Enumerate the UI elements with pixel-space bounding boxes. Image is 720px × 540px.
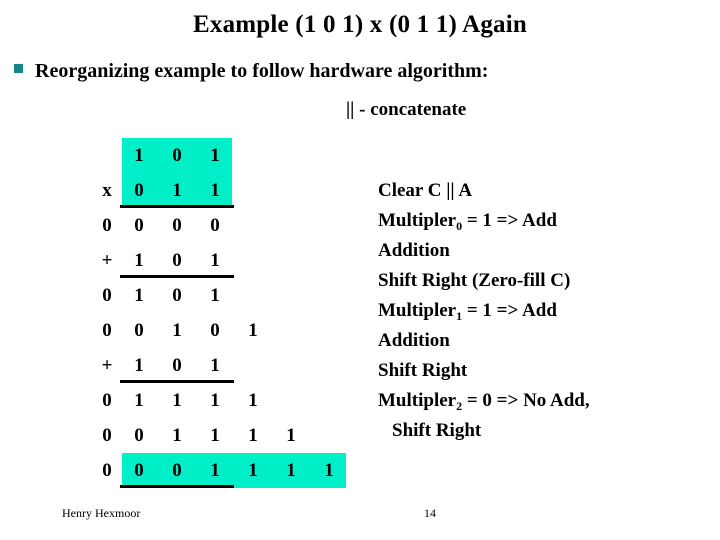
worksheet-operator: x xyxy=(102,180,112,201)
algorithm-step: Shift Right xyxy=(378,416,718,446)
worksheet-digit: 1 xyxy=(210,390,220,411)
worksheet-operator: 0 xyxy=(102,320,112,341)
worksheet-digit: 0 xyxy=(134,425,144,446)
worksheet-digit: 0 xyxy=(172,285,182,306)
algorithm-step-label: Shift Right xyxy=(392,420,482,441)
worksheet-digit: 0 xyxy=(210,215,220,236)
algorithm-step-label: Multipler xyxy=(378,300,457,321)
worksheet-operator: 0 xyxy=(102,285,112,306)
worksheet-digit: 1 xyxy=(172,180,182,201)
worksheet-row: 0 0 1 0 1 xyxy=(96,313,396,348)
algorithm-step-label: Multipler xyxy=(378,390,457,411)
highlight-band xyxy=(122,453,346,488)
sum-rule xyxy=(120,205,234,208)
worksheet-digit: 1 xyxy=(248,390,258,411)
algorithm-step: Multipler2 = 0 => No Add, xyxy=(378,386,718,416)
worksheet-digit: 1 xyxy=(210,180,220,201)
worksheet-digit: 1 xyxy=(134,390,144,411)
algorithm-step-tail: = 1 => Add xyxy=(462,300,557,321)
sum-rule xyxy=(120,275,234,278)
worksheet-digit: 1 xyxy=(210,145,220,166)
worksheet-digit: 0 xyxy=(172,355,182,376)
footer-page-number: 14 xyxy=(424,506,436,520)
worksheet-row: 0 1 1 1 1 xyxy=(96,383,396,418)
bullet-line-label: Reorganizing example to follow hardware … xyxy=(35,60,489,82)
worksheet-digit: 1 xyxy=(210,460,220,481)
algorithm-step-tail: = 0 => No Add, xyxy=(462,390,590,411)
worksheet-digit: 1 xyxy=(134,355,144,376)
algorithm-step-subscript: 1 xyxy=(456,309,463,323)
worksheet-digit: 0 xyxy=(134,320,144,341)
worksheet-digit: 1 xyxy=(248,320,258,341)
worksheet-row: +1 0 1 xyxy=(96,243,396,278)
algorithm-step-subscript: 0 xyxy=(456,219,463,233)
worksheet-digit: 1 xyxy=(134,250,144,271)
worksheet-digit: 1 xyxy=(172,390,182,411)
algorithm-step-label: Shift Right xyxy=(378,360,468,381)
worksheet-digit: 1 xyxy=(172,320,182,341)
algorithm-step-label: Addition xyxy=(378,330,450,351)
worksheet-digit: 0 xyxy=(172,250,182,271)
sum-rule xyxy=(120,485,234,488)
algorithm-step-label: Addition xyxy=(378,240,450,261)
worksheet-digit: 0 xyxy=(172,215,182,236)
worksheet-operator: 0 xyxy=(102,215,112,236)
algorithm-step-label: Multipler xyxy=(378,210,457,231)
worksheet-digit: 1 xyxy=(286,460,296,481)
worksheet-digit: 1 xyxy=(210,285,220,306)
worksheet-digit: 1 xyxy=(134,285,144,306)
worksheet-operator: 0 xyxy=(102,425,112,446)
worksheet-row: 0 0 0 1 1 1 1 xyxy=(96,453,396,488)
worksheet-digit: 0 xyxy=(134,215,144,236)
worksheet-operator: + xyxy=(101,250,113,271)
worksheet-digit: 1 xyxy=(210,355,220,376)
page-title: Example (1 0 1) x (0 1 1) Again xyxy=(193,11,527,38)
algorithm-steps-list: Clear C || A Multipler0 = 1 => Add Additio… xyxy=(378,176,718,446)
worksheet-digit: 0 xyxy=(210,320,220,341)
concatenate-legend: || - concatenate xyxy=(346,99,467,120)
square-bullet-icon xyxy=(14,64,23,73)
worksheet-operator: + xyxy=(101,355,113,376)
algorithm-step-tail: = 1 => Add xyxy=(462,210,557,231)
worksheet-digit: 0 xyxy=(134,180,144,201)
algorithm-step: Clear C || A xyxy=(378,176,718,206)
worksheet-digit: 1 xyxy=(286,425,296,446)
worksheet-row: 0 0 0 0 xyxy=(96,208,396,243)
worksheet-row: +1 0 1 xyxy=(96,348,396,383)
sum-rule xyxy=(120,380,234,383)
worksheet-operator: 0 xyxy=(102,460,112,481)
algorithm-step-subscript: 2 xyxy=(456,399,463,413)
worksheet-digit: 1 xyxy=(210,425,220,446)
algorithm-step: Shift Right (Zero-fill C) xyxy=(378,266,718,296)
worksheet-digit: 0 xyxy=(172,145,182,166)
worksheet-digit: 1 xyxy=(134,145,144,166)
algorithm-step: Multipler1 = 1 => Add xyxy=(378,296,718,326)
algorithm-step: Multipler0 = 1 => Add xyxy=(378,206,718,236)
algorithm-step-label: Shift Right (Zero-fill C) xyxy=(378,270,571,291)
worksheet-digit: 1 xyxy=(172,425,182,446)
worksheet-digit: 1 xyxy=(324,460,334,481)
worksheet-row: 0 1 0 1 xyxy=(96,278,396,313)
worksheet-operator: 0 xyxy=(102,390,112,411)
worksheet-digit: 1 xyxy=(248,425,258,446)
worksheet-digit: 0 xyxy=(172,460,182,481)
worksheet-digit: 0 xyxy=(134,460,144,481)
worksheet-row: 1 0 1 xyxy=(96,138,396,173)
algorithm-step: Shift Right xyxy=(378,356,718,386)
footer-author: Henry Hexmoor xyxy=(62,506,141,520)
worksheet-row: x 0 1 1 xyxy=(96,173,396,208)
algorithm-step-label: Clear C || A xyxy=(378,180,473,201)
bullet-line: Reorganizing example to follow hardware … xyxy=(14,58,704,84)
worksheet-digit: 1 xyxy=(248,460,258,481)
algorithm-step: Addition xyxy=(378,236,718,266)
algorithm-step: Addition xyxy=(378,326,718,356)
worksheet-digit: 1 xyxy=(210,250,220,271)
multiplication-worksheet: 1 0 1 x 0 1 1 0 0 0 0 +1 0 1 0 1 0 1 0 0 1 0 1 +1 0 1 0 1 1 1 1 0 0 1 1 1 1 0… xyxy=(96,138,396,488)
worksheet-row: 0 0 1 1 1 1 xyxy=(96,418,396,453)
